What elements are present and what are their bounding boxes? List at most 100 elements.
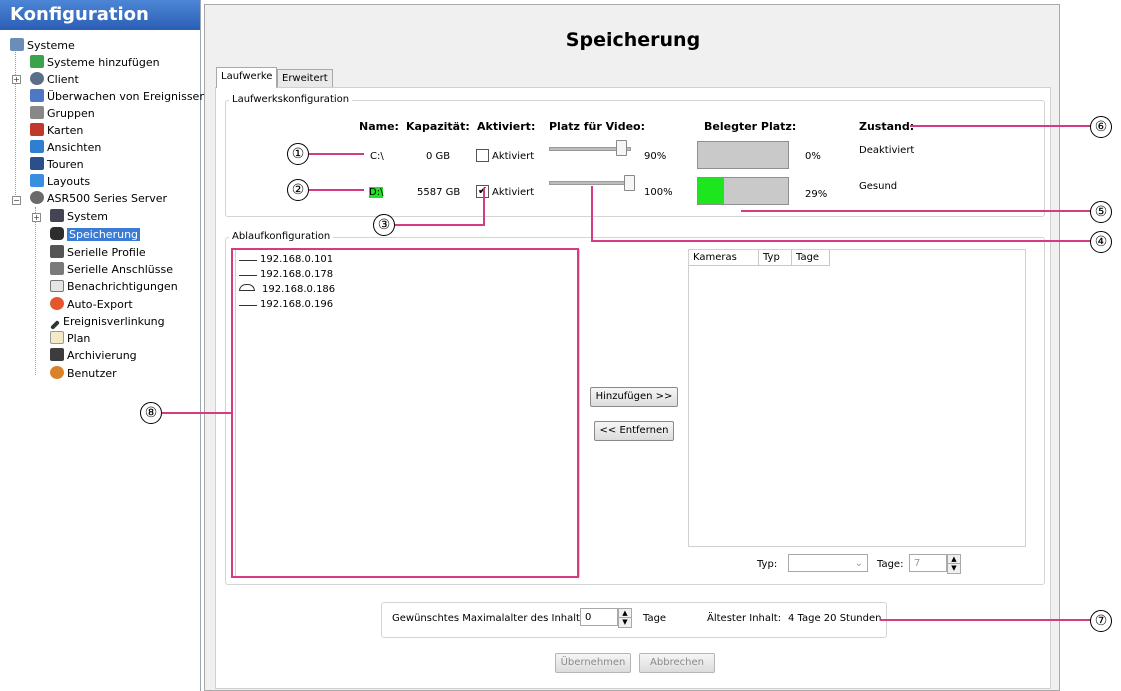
sidebar-item-speicherung[interactable]: Speicherung [50,226,141,243]
expand-client-toggle[interactable]: + [12,75,21,84]
archive-icon [50,348,64,361]
drive-enabled-checkbox[interactable] [476,149,489,162]
sidebar-item-ereignisverlinkung[interactable]: Ereignisverlinkung [50,313,165,330]
slider-thumb[interactable] [624,175,635,191]
layouts-icon [30,174,44,187]
sidebar-item-layouts[interactable]: Layouts [30,173,90,190]
drive-config-group [225,100,1045,217]
drive-state: Deaktiviert [859,145,915,156]
sidebar-item-systeme[interactable]: Systeme [10,37,75,54]
callout-6: ⑥ [1090,116,1112,138]
column-header-typ[interactable]: Typ [759,250,792,266]
systems-icon [10,38,24,51]
serial-ports-icon [50,262,64,275]
add-system-icon [30,55,44,68]
used-space-value: 29% [805,189,828,200]
max-age-label: Gewünschtes Maximalalter des Inhalts: [392,613,589,624]
remove-button[interactable]: << Entfernen [594,421,674,441]
client-icon [30,72,44,85]
sidebar-item-ansichten[interactable]: Ansichten [30,139,101,156]
oldest-content-value: 4 Tage 20 Stunden [788,613,882,624]
sidebar-item-benutzer[interactable]: Benutzer [50,365,117,382]
callout-line-6 [910,125,1091,127]
callout-line-1 [309,153,364,155]
sidebar-item-serielle-profile[interactable]: Serielle Profile [50,244,146,261]
drive-state: Gesund [859,181,898,192]
chevron-down-icon: ⌄ [854,558,863,569]
type-select[interactable]: ⌄ [788,554,868,572]
max-age-input[interactable]: 0 [580,608,618,626]
video-space-slider[interactable] [549,181,631,185]
sidebar-item-auto-export[interactable]: Auto-Export [50,296,133,313]
drive-enabled-label: Aktiviert [492,151,535,162]
sidebar-item-gruppen[interactable]: Gruppen [30,105,95,122]
callout-8: ⑧ [140,402,162,424]
add-button[interactable]: Hinzufügen >> [590,387,678,407]
sidebar-item-plan[interactable]: Plan [50,330,90,347]
sidebar-item-karten[interactable]: Karten [30,122,83,139]
callout-line-5 [741,210,1091,212]
sidebar-item-touren[interactable]: Touren [30,156,84,173]
tab-erweitert[interactable]: Erweitert [277,69,333,88]
sidebar-item-asr500-server[interactable]: ASR500 Series Server [30,190,167,207]
schedule-config-label: Ablaufkonfiguration [229,231,334,242]
header-capacity: Kapazität: [406,120,470,133]
video-space-value: 100% [644,187,673,198]
callout-line-4 [591,240,1091,242]
sidebar-item-serielle-anschluesse[interactable]: Serielle Anschlüsse [50,261,173,278]
auto-export-icon [50,297,64,310]
sidebar-item-systeme-hinzufuegen[interactable]: Systeme hinzufügen [30,54,160,71]
assigned-cameras-table[interactable]: Kameras Typ Tage [688,249,1026,547]
views-icon [30,140,44,153]
used-space-bar [697,177,789,205]
drive-name: C:\ [370,151,384,162]
header-used-space: Belegter Platz: [704,120,797,133]
callout-line-3 [395,224,485,226]
max-age-unit: Tage [643,613,667,624]
drive-capacity: 0 GB [426,151,451,162]
sidebar-item-benachrichtigungen[interactable]: Benachrichtigungen [50,278,178,295]
column-header-kameras[interactable]: Kameras [689,250,759,266]
sidebar-item-ueberwachen[interactable]: Überwachen von Ereignissen [30,88,206,105]
column-header-tage[interactable]: Tage [792,250,830,266]
callout-line-3 [483,188,485,226]
header-video-space: Platz für Video: [549,120,645,133]
highlight-camera-list [231,248,579,578]
drive-capacity: 5587 GB [417,187,461,198]
callout-line-2 [309,189,364,191]
callout-7: ⑦ [1090,610,1112,632]
header-name: Name: [359,120,399,133]
callout-3: ③ [373,214,395,236]
used-space-bar [697,141,789,169]
sidebar-title: Konfiguration [0,0,200,30]
serial-profiles-icon [50,245,64,258]
slider-thumb[interactable] [616,140,627,156]
callout-5: ⑤ [1090,201,1112,223]
sidebar-item-system[interactable]: System [50,208,108,225]
cancel-button[interactable]: Abbrechen [639,653,715,673]
plan-icon [50,331,64,344]
expand-system-toggle[interactable]: + [32,213,41,222]
type-label: Typ: [757,559,778,570]
days-input[interactable]: 7 [909,554,947,572]
days-down-button[interactable]: ▼ [947,563,961,574]
config-sidebar: Konfiguration + − + Systeme Systeme hinz… [0,0,206,691]
page-title: Speicherung [565,29,701,51]
callout-2: ② [287,179,309,201]
drive-enabled-label: Aktiviert [492,187,535,198]
header-enabled: Aktiviert: [477,120,536,133]
notifications-icon [50,280,64,292]
user-icon [50,366,64,379]
callout-4: ④ [1090,231,1112,253]
collapse-server-toggle[interactable]: − [12,196,21,205]
sidebar-item-archivierung[interactable]: Archivierung [50,347,137,364]
video-space-value: 90% [644,151,667,162]
max-age-down-button[interactable]: ▼ [618,617,632,628]
system-icon [50,209,64,222]
tours-icon [30,157,44,170]
sidebar-item-client[interactable]: Client [30,71,79,88]
apply-button[interactable]: Übernehmen [555,653,631,673]
tab-laufwerke[interactable]: Laufwerke [216,67,278,88]
oldest-content-label: Ältester Inhalt: [707,613,782,624]
tree-line [15,48,16,203]
